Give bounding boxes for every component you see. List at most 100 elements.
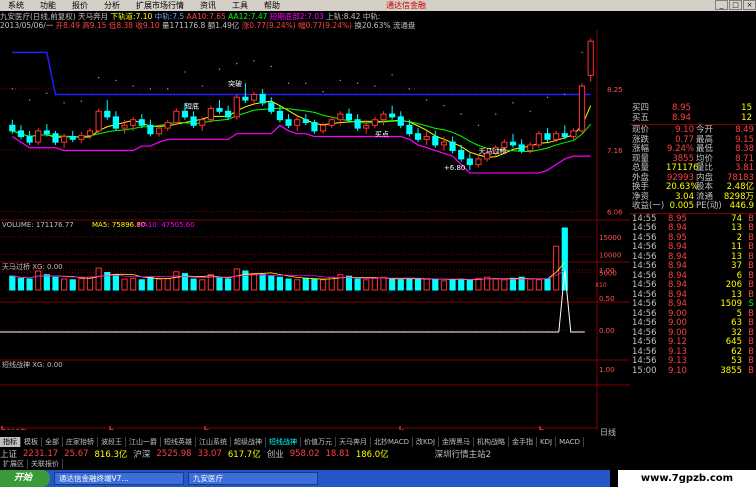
stat-label: 收益(一) — [632, 201, 665, 211]
tick-volume: 3855 — [720, 365, 742, 376]
index-v1: 2231.17 — [23, 448, 59, 459]
volume-legend: VOLUME: 171176.77 — [2, 221, 74, 229]
tab-related-quote[interactable]: 关联报价 — [28, 459, 63, 469]
candle-body — [17, 130, 25, 138]
indicator1-tick-label: 0.00 — [599, 327, 615, 335]
volume-bar — [389, 278, 396, 291]
indicator-tab[interactable]: 江山一爵 — [126, 437, 161, 447]
mid-rail-label: 中轨: — [154, 12, 173, 21]
indicator-tab[interactable]: 指标 — [0, 437, 21, 447]
candle-body — [475, 158, 482, 166]
candle-body — [553, 133, 560, 140]
tick-price: 9.10 — [668, 365, 687, 376]
stat-value-2: 446.9 — [729, 201, 754, 211]
maximize-button[interactable]: □ — [729, 0, 742, 10]
volume-bar — [527, 278, 534, 291]
upper-dot — [236, 62, 238, 65]
volume-bar — [449, 279, 456, 291]
indicator-tab[interactable]: 改KDJ — [413, 437, 440, 447]
upper-dot — [305, 82, 307, 84]
indicator-tab[interactable]: 北抄MACD — [371, 437, 413, 447]
kline-chart[interactable]: 8.25 7.16 6.06 +6.80 天马过桥 短底 突破买点 VOLUME: 17117… — [0, 30, 630, 430]
tick-time: 15:00 — [632, 365, 657, 376]
lower-rail-value: 7.10 — [135, 12, 153, 21]
indicator-tab[interactable]: 短线战神 — [266, 437, 301, 447]
ask-row: 买五 8.94 12 — [630, 112, 756, 124]
upper-dot — [46, 92, 48, 95]
tab-extended-area[interactable]: 扩展区 — [0, 459, 28, 469]
menu-item-help[interactable]: 帮助 — [256, 0, 288, 11]
tick-list[interactable]: 14:55 8.95 74 B 14:56 8.94 13 B 14:56 8.95 2 B 14:56… — [630, 214, 756, 377]
indicator-tab[interactable]: 机构战略 — [474, 437, 510, 447]
volume-bar — [414, 278, 422, 291]
upper-dot — [132, 85, 134, 87]
menu-item-quote[interactable]: 报价 — [64, 0, 96, 11]
menu-item-extended[interactable]: 扩展市场行情 — [128, 0, 192, 11]
lower-rail-label: 下轨道: — [110, 12, 136, 21]
index-name: 上证 — [0, 449, 18, 460]
menu-item-tools[interactable]: 工具 — [224, 0, 256, 11]
volume-bar — [285, 278, 292, 291]
indicator-tab[interactable]: MACD — [556, 437, 585, 447]
volume-bar — [52, 276, 59, 291]
taskbar-item-tdx[interactable]: 通达信金融终端V7... — [54, 472, 184, 485]
index-v1: 958.02 — [289, 448, 320, 459]
chart-annotation: 天马过桥 — [478, 146, 506, 155]
volume-bar — [216, 276, 223, 291]
candle-body — [319, 124, 327, 132]
volume-bar — [492, 278, 499, 291]
candle-body — [389, 113, 396, 118]
menu-item-function[interactable]: 功能 — [32, 0, 64, 11]
candle-body — [294, 119, 301, 126]
menu-item-system[interactable]: 系统 — [0, 0, 32, 11]
indicator-tab[interactable]: KDJ — [537, 437, 557, 447]
candle-body — [207, 107, 214, 121]
volume-bar — [259, 274, 266, 291]
volume-bar — [173, 271, 180, 291]
aa12-label: AA12: — [228, 12, 251, 21]
taskbar-item-stock[interactable]: 九安医疗 — [188, 472, 318, 485]
indicator-tab[interactable]: 超级战神 — [231, 437, 266, 447]
menu-item-info[interactable]: 资讯 — [192, 0, 224, 11]
indicator-tab[interactable]: 金手指 — [509, 437, 538, 447]
indicator-tab[interactable]: 江山系统 — [196, 437, 231, 447]
volume-bar — [406, 277, 413, 291]
indicator-tab[interactable]: 天马奔月 — [336, 437, 371, 447]
volume-bar — [225, 278, 232, 291]
period-label[interactable]: 日线 — [600, 427, 616, 438]
ask-list: 买四 8.95 15 买五 8.94 12 — [630, 103, 756, 124]
upper-dot — [218, 68, 221, 70]
indicator-tab[interactable]: 全部 — [42, 437, 63, 447]
start-button[interactable]: 开始 — [0, 470, 50, 487]
ask-price: 8.94 — [672, 112, 691, 123]
candle-body — [518, 144, 525, 152]
chart-annotation: 买点 — [375, 131, 389, 139]
candle-body — [250, 93, 258, 101]
volume-tick-label: 15000 — [599, 234, 621, 242]
upper-dot — [391, 74, 393, 76]
volume-bar — [112, 274, 119, 291]
indicator-tab[interactable]: 金牌黑马 — [439, 437, 475, 447]
ask-volume: 12 — [741, 112, 752, 123]
index-v2: 33.07 — [197, 448, 222, 459]
minimize-button[interactable]: _ — [715, 0, 728, 10]
indicator-tab[interactable]: 庄家抬轿 — [63, 437, 98, 447]
indicator-name: 天马奔月 — [78, 12, 109, 21]
index-v2: 25.67 — [64, 448, 89, 459]
candle-body — [268, 102, 275, 112]
volume-bar — [371, 277, 378, 291]
indicator-tab[interactable]: 模板 — [21, 437, 42, 447]
x-tick-label: 4 — [400, 428, 405, 430]
candle-body — [9, 124, 16, 132]
close-button[interactable]: × — [743, 0, 756, 10]
upper-dot — [564, 93, 566, 96]
menu-item-analysis[interactable]: 分析 — [96, 0, 128, 11]
indicator-tab[interactable]: 价值万元 — [301, 437, 336, 447]
index-name: 创业 — [266, 449, 284, 460]
indicator-tab[interactable]: 波段王 — [98, 437, 126, 447]
stock-name: 九安医疗(日线,前复权) — [0, 12, 76, 21]
volume-bar — [138, 279, 145, 291]
volume-bar — [535, 279, 542, 291]
indicator-tab[interactable]: 短线英雄 — [161, 437, 196, 447]
upper-dot — [512, 102, 514, 104]
